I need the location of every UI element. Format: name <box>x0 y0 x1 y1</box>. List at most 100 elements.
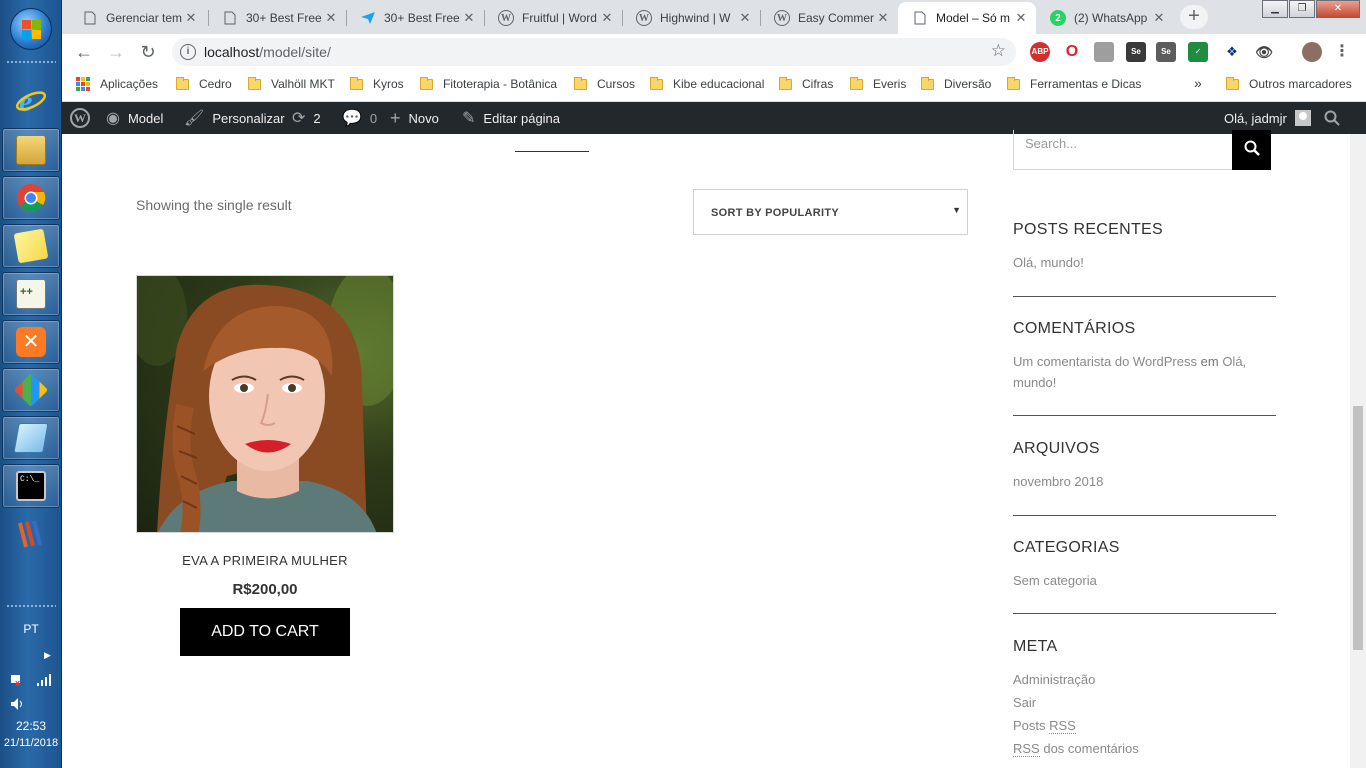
chrome-icon[interactable] <box>2 176 60 220</box>
clock-time[interactable]: 22:53 <box>0 718 62 734</box>
start-button[interactable] <box>10 8 52 50</box>
category-link[interactable]: Sem categoria <box>1013 570 1097 591</box>
sidebar-search-input[interactable]: Search... <box>1013 130 1233 170</box>
selenium-ide-icon[interactable]: Se <box>1156 42 1176 62</box>
reload-button[interactable]: ↻ <box>136 40 160 64</box>
pencil-icon: ✎ <box>462 110 476 127</box>
tab-best-free-1[interactable]: 30+ Best Free ✕ <box>208 2 346 34</box>
updates-link[interactable]: ⟳ 2 <box>292 102 321 134</box>
signal-icon[interactable] <box>36 673 52 690</box>
comment-post-link[interactable]: Olá, <box>1222 354 1246 369</box>
app-icon[interactable] <box>2 512 60 556</box>
widget-divider <box>1013 415 1276 416</box>
close-tab-icon[interactable]: ✕ <box>1014 10 1028 26</box>
close-tab-icon[interactable]: ✕ <box>738 10 752 26</box>
scrollbar-thumb[interactable] <box>1353 406 1363 650</box>
tab-easy-commerce[interactable]: W Easy Commer ✕ <box>760 2 898 34</box>
product-title[interactable]: EVA A PRIMEIRA MULHER <box>136 553 394 568</box>
refresh-icon: ⟳ <box>292 110 306 127</box>
tab-model-active[interactable]: Model – Só m ✕ <box>898 2 1036 34</box>
tab-best-free-2[interactable]: 30+ Best Free ✕ <box>346 2 484 34</box>
bookmark-folder[interactable]: Diversão <box>921 76 991 91</box>
internet-explorer-icon[interactable]: e <box>2 78 60 122</box>
address-bar[interactable]: i localhost/model/site/ ☆ <box>172 38 1016 66</box>
comment-post-link-cont[interactable]: mundo! <box>1013 375 1056 390</box>
close-tab-icon[interactable]: ✕ <box>600 10 614 26</box>
product-image[interactable] <box>136 275 394 533</box>
git-icon[interactable] <box>2 368 60 412</box>
forward-button[interactable]: → <box>104 40 128 64</box>
close-tab-icon[interactable]: ✕ <box>462 10 476 26</box>
bookmark-folder[interactable]: Kibe educacional <box>650 76 764 91</box>
bookmark-star-icon[interactable]: ☆ <box>991 41 1006 61</box>
back-button[interactable]: ← <box>72 40 96 64</box>
windows-taskbar: e ++ ✕ C:\_ PT ▶ x 22:53 21/11/2018 <box>0 0 62 768</box>
profile-avatar[interactable] <box>1302 42 1322 62</box>
spreadsheet-icon[interactable]: ✓ <box>1188 42 1208 62</box>
language-indicator[interactable]: PT <box>0 622 62 636</box>
shield-icon[interactable] <box>1094 42 1114 62</box>
new-content-menu[interactable]: + Novo <box>390 102 439 134</box>
bookmark-folder[interactable]: Cifras <box>779 76 833 91</box>
meta-link-logout[interactable]: Sair <box>1013 692 1036 713</box>
new-tab-button[interactable]: + <box>1180 5 1208 29</box>
close-tab-icon[interactable]: ✕ <box>876 10 890 26</box>
bookmark-folder[interactable]: Cedro <box>176 76 232 91</box>
widget-title-meta: META <box>1013 638 1058 655</box>
taskbar-grip-tray[interactable] <box>6 604 56 608</box>
close-window-button[interactable]: ✕ <box>1316 0 1360 18</box>
close-tab-icon[interactable]: ✕ <box>184 10 198 26</box>
tab-highwind[interactable]: W Highwind | W ✕ <box>622 2 760 34</box>
recent-post-link[interactable]: Olá, mundo! <box>1013 252 1084 273</box>
close-tab-icon[interactable]: ✕ <box>1152 10 1166 26</box>
customize-link[interactable]: 🖌 Personalizar <box>184 102 285 134</box>
menu-kebab-icon[interactable]: ⋮ <box>1332 42 1352 62</box>
meta-link-comments-rss[interactable]: RSS dos comentários <box>1013 738 1139 759</box>
maximize-button[interactable]: ❐ <box>1289 0 1315 18</box>
show-hidden-icons-icon[interactable]: ▶ <box>44 650 51 661</box>
other-bookmarks[interactable]: Outros marcadores <box>1226 76 1352 91</box>
opera-icon[interactable]: O <box>1062 42 1082 62</box>
tab-whatsapp[interactable]: 2 (2) WhatsApp ✕ <box>1036 2 1174 34</box>
sticky-notes-icon[interactable] <box>2 224 60 268</box>
command-prompt-icon[interactable]: C:\_ <box>2 464 60 508</box>
bookmark-folder[interactable]: Fitoterapia - Botânica <box>420 76 557 91</box>
tab-gerenciar[interactable]: Gerenciar tem ✕ <box>68 2 206 34</box>
bookmarks-overflow-button[interactable]: » <box>1194 75 1202 91</box>
archive-link[interactable]: novembro 2018 <box>1013 471 1103 492</box>
bookmark-folder[interactable]: Everis <box>850 76 906 91</box>
admin-search-button[interactable] <box>1324 102 1340 134</box>
meta-link-admin[interactable]: Administração <box>1013 669 1095 690</box>
eye-icon[interactable]: 👁 <box>1254 42 1274 62</box>
wp-logo-menu[interactable]: W <box>70 102 90 134</box>
network-icon[interactable]: x <box>10 673 26 690</box>
bookmark-folder[interactable]: Valhöll MKT <box>248 76 335 91</box>
bookmark-folder[interactable]: Kyros <box>350 76 404 91</box>
clock-date[interactable]: 21/11/2018 <box>0 735 62 751</box>
info-icon[interactable]: i <box>180 44 196 60</box>
xampp-icon[interactable]: ✕ <box>2 320 60 364</box>
adblock-plus-icon[interactable]: ABP <box>1030 42 1050 62</box>
comment-author-link[interactable]: Um comentarista do WordPress <box>1013 354 1197 369</box>
close-tab-icon[interactable]: ✕ <box>324 10 338 26</box>
add-to-cart-button[interactable]: ADD TO CART <box>180 608 350 656</box>
sort-by-select[interactable]: SORT BY POPULARITY ▼ <box>693 189 968 235</box>
comments-link[interactable]: 💬 0 <box>342 102 377 134</box>
file-explorer-icon[interactable] <box>2 128 60 172</box>
volume-icon[interactable] <box>10 697 26 714</box>
tab-fruitful[interactable]: W Fruitful | Word ✕ <box>484 2 622 34</box>
minimize-button[interactable]: ▁ <box>1262 0 1288 18</box>
bookmark-folder[interactable]: Ferramentas e Dicas <box>1007 76 1141 91</box>
meta-link-posts-rss[interactable]: Posts RSS <box>1013 715 1076 736</box>
dropbox-icon[interactable]: ❖ <box>1222 42 1242 62</box>
bookmark-folder[interactable]: Cursos <box>574 76 635 91</box>
edit-page-link[interactable]: ✎ Editar página <box>462 102 560 134</box>
sidebar-search-button[interactable] <box>1232 130 1271 170</box>
url-text[interactable]: localhost/model/site/ <box>204 44 331 60</box>
editor-icon[interactable] <box>2 416 60 460</box>
selenium-icon[interactable]: Se <box>1126 42 1146 62</box>
taskbar-grip[interactable] <box>6 60 56 64</box>
bookmark-apps[interactable]: Aplicações <box>76 77 158 91</box>
site-name-menu[interactable]: ◉ Model <box>106 102 163 134</box>
notepad-plus-plus-icon[interactable]: ++ <box>2 272 60 316</box>
